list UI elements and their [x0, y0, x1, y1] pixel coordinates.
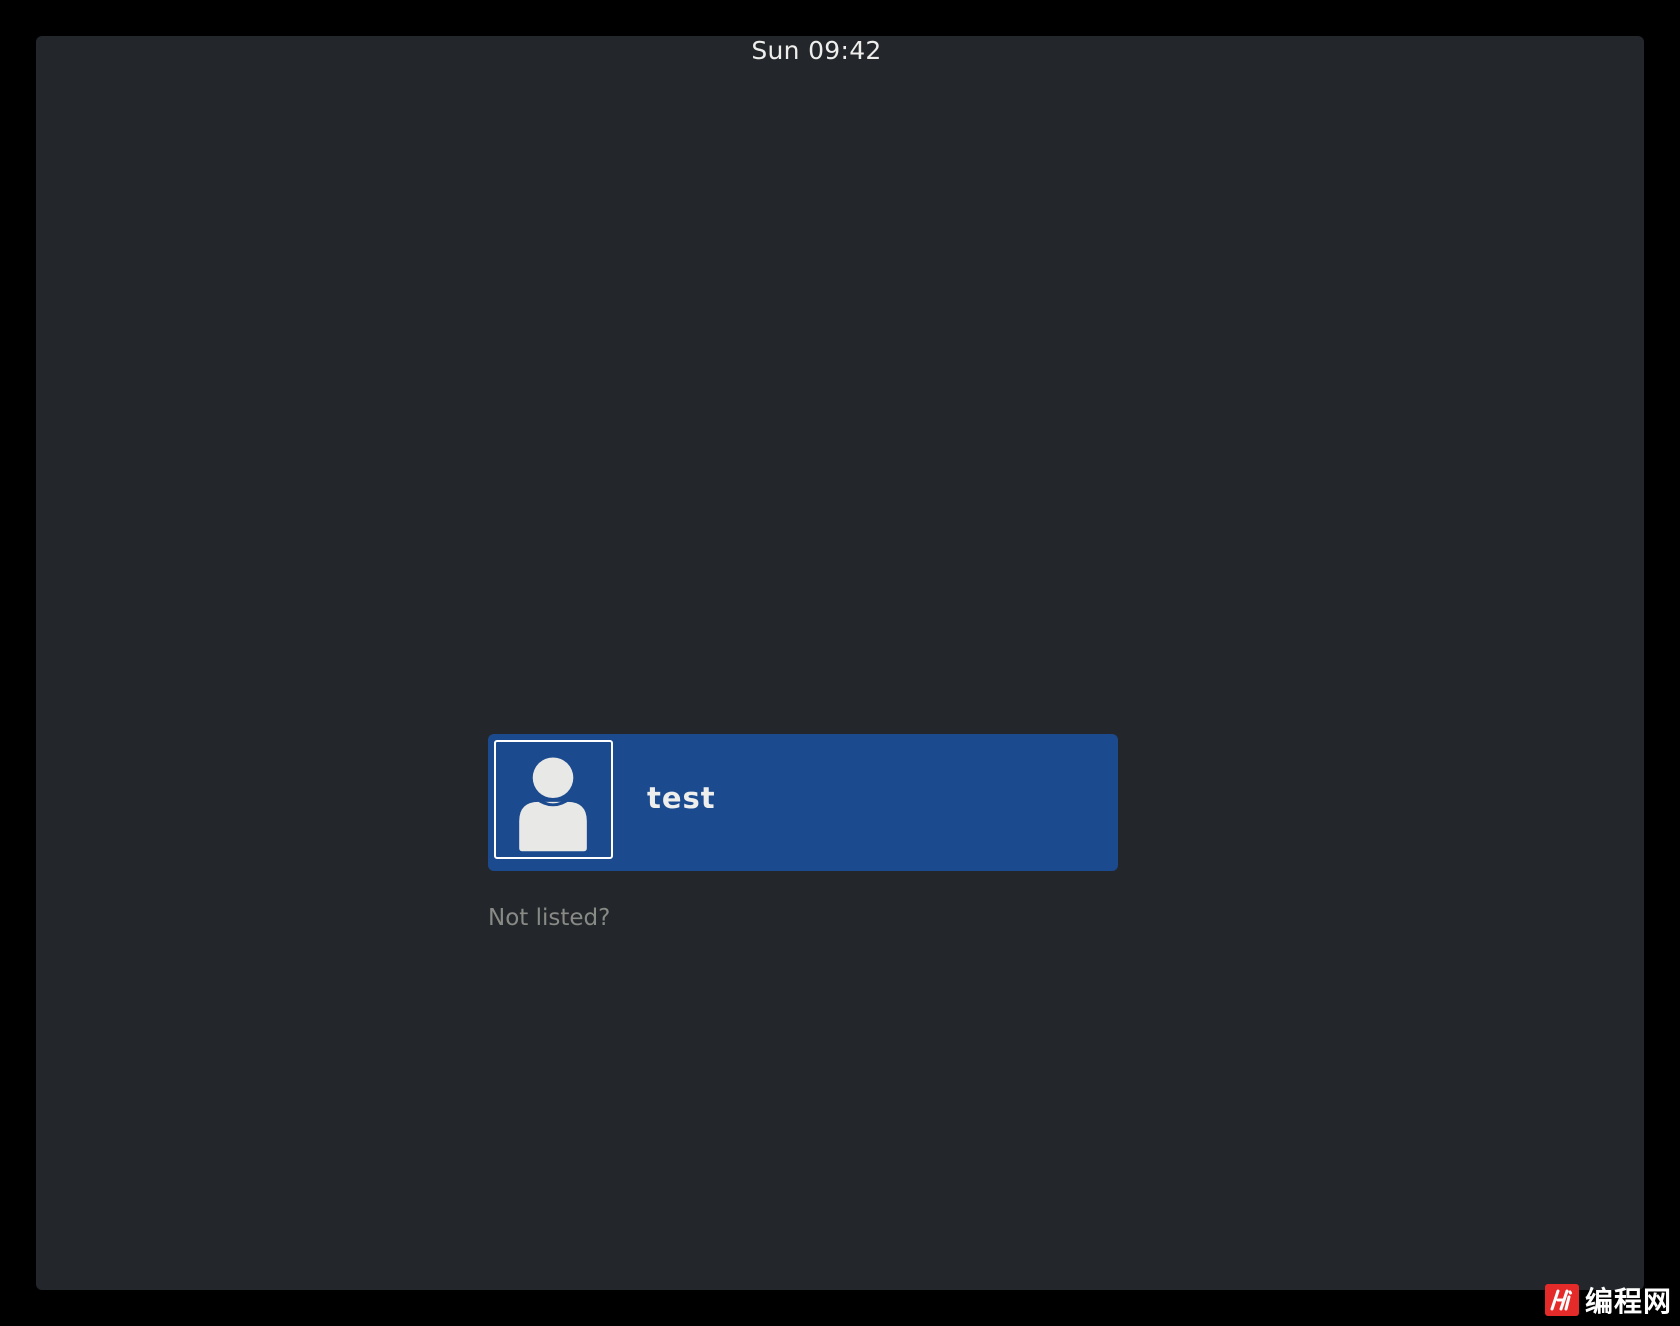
- watermark-badge-icon: [1544, 1284, 1579, 1316]
- watermark-text: 编程网: [1584, 1285, 1672, 1318]
- not-listed-link[interactable]: Not listed?: [488, 903, 610, 933]
- user-avatar: [494, 740, 613, 859]
- user-list: test Not listed?: [488, 734, 1118, 933]
- topbar-clock[interactable]: Sun 09:42: [36, 36, 1597, 68]
- watermark-logo: 编程网: [1544, 1280, 1672, 1320]
- user-name-label: test: [647, 781, 716, 815]
- user-row-test[interactable]: test: [488, 734, 1118, 871]
- login-screen: Sun 09:42 test Not listed?: [36, 36, 1644, 1290]
- user-icon: [519, 757, 587, 852]
